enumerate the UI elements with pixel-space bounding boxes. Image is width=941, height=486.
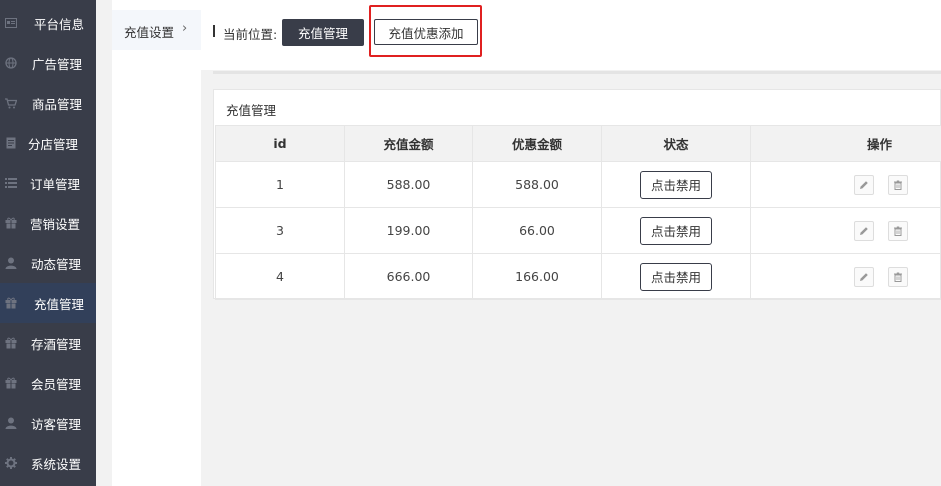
sidebar-item-marketing-settings[interactable]: 营销设置 [0, 203, 96, 243]
cell-amount: 199.00 [344, 207, 473, 254]
main-content: 当前位置: 充值管理 充值优惠添加 充值管理 id 充值金额 优惠金额 状态 操… [201, 0, 941, 486]
subnav-item-label: 充值设置 [124, 25, 175, 40]
chevron-right-icon: › [182, 21, 188, 36]
cell-amount: 588.00 [344, 161, 473, 208]
sidebar-item-recharge-management[interactable]: 充值管理 [0, 283, 96, 323]
cart-icon [5, 97, 17, 109]
edit-pencil-icon[interactable] [854, 174, 874, 195]
cell-status: 点击禁用 [601, 253, 751, 300]
sidebar-item-label: 充值管理 [34, 296, 85, 312]
edit-pencil-icon[interactable] [854, 220, 874, 241]
column-header-id: id [215, 125, 345, 162]
gear-icon [5, 457, 17, 469]
recharge-panel: 充值管理 id 充值金额 优惠金额 状态 操作 1 588.00 588.00 [213, 89, 941, 300]
divider [213, 71, 941, 74]
delete-trash-icon[interactable] [887, 266, 908, 287]
breadcrumb-marker [213, 25, 215, 37]
sidebar-item-visitor-management[interactable]: 访客管理 [0, 403, 96, 443]
gift-icon [5, 217, 17, 229]
disable-button[interactable]: 点击禁用 [639, 170, 712, 199]
user-icon [5, 417, 17, 429]
table-header-row: id 充值金额 优惠金额 状态 操作 [215, 125, 941, 162]
breadcrumb-bar: 当前位置: 充值管理 充值优惠添加 [201, 0, 941, 70]
cell-discount: 588.00 [472, 161, 602, 208]
recharge-table: id 充值金额 优惠金额 状态 操作 1 588.00 588.00 点击禁用 [215, 125, 941, 300]
cell-actions [750, 161, 941, 208]
sidebar-item-label: 商品管理 [32, 96, 83, 112]
sidebar-item-label: 分店管理 [28, 136, 79, 152]
sidebar-item-label: 系统设置 [31, 456, 82, 472]
sub-navigation: 充值设置 › [112, 0, 201, 486]
cell-id: 1 [215, 161, 345, 208]
sidebar-item-system-settings[interactable]: 系统设置 [0, 443, 96, 483]
column-header-discount: 优惠金额 [472, 125, 602, 162]
sidebar-item-label: 营销设置 [30, 216, 81, 232]
disable-button[interactable]: 点击禁用 [639, 216, 712, 245]
add-recharge-discount-button[interactable]: 充值优惠添加 [374, 19, 478, 45]
sidebar-item-news-management[interactable]: 动态管理 [0, 243, 96, 283]
sidebar-item-ad-management[interactable]: 广告管理 [0, 43, 96, 83]
table-row: 4 666.00 166.00 点击禁用 [215, 253, 941, 300]
panel-title: 充值管理 [226, 103, 277, 118]
sidebar-item-label: 存酒管理 [31, 336, 82, 352]
sidebar-item-label: 会员管理 [31, 376, 82, 392]
cell-discount: 166.00 [472, 253, 602, 300]
sidebar-item-label: 订单管理 [30, 176, 81, 192]
sidebar: 平台信息 广告管理 商品管理 分店管理 订单管理 营销设置 动态管理 充值管理 … [0, 0, 96, 486]
column-header-status: 状态 [601, 125, 751, 162]
sidebar-item-wine-storage-management[interactable]: 存酒管理 [0, 323, 96, 363]
cell-discount: 66.00 [472, 207, 602, 254]
table-row: 3 199.00 66.00 点击禁用 [215, 207, 941, 254]
cell-id: 3 [215, 207, 345, 254]
sidebar-item-member-management[interactable]: 会员管理 [0, 363, 96, 403]
cell-amount: 666.00 [344, 253, 473, 300]
document-icon [5, 137, 17, 149]
edit-pencil-icon[interactable] [854, 266, 874, 287]
user-icon [5, 257, 17, 269]
delete-trash-icon[interactable] [887, 220, 908, 241]
current-location-label: 当前位置: [223, 27, 278, 42]
sidebar-item-label: 访客管理 [31, 416, 82, 432]
table-row: 1 588.00 588.00 点击禁用 [215, 161, 941, 208]
recharge-management-button[interactable]: 充值管理 [282, 19, 364, 46]
cell-actions [750, 207, 941, 254]
sidebar-item-platform-info[interactable]: 平台信息 [0, 3, 96, 43]
cell-status: 点击禁用 [601, 161, 751, 208]
subnav-item-recharge-settings[interactable]: 充值设置 › [112, 10, 201, 50]
id-card-icon [5, 17, 17, 29]
cell-status: 点击禁用 [601, 207, 751, 254]
column-header-amount: 充值金额 [344, 125, 473, 162]
list-icon [5, 177, 17, 189]
globe-icon [5, 57, 17, 69]
sidebar-item-label: 平台信息 [34, 16, 85, 32]
sidebar-item-branch-management[interactable]: 分店管理 [0, 123, 96, 163]
disable-button[interactable]: 点击禁用 [639, 262, 712, 291]
sidebar-item-product-management[interactable]: 商品管理 [0, 83, 96, 123]
gift-icon [5, 297, 17, 309]
sidebar-item-order-management[interactable]: 订单管理 [0, 163, 96, 203]
sidebar-item-label: 动态管理 [31, 256, 82, 272]
cell-actions [750, 253, 941, 300]
cell-id: 4 [215, 253, 345, 300]
gift-icon [5, 337, 17, 349]
delete-trash-icon[interactable] [887, 174, 908, 195]
sidebar-item-label: 广告管理 [32, 56, 83, 72]
column-header-actions: 操作 [750, 125, 941, 162]
gift-icon [5, 377, 17, 389]
